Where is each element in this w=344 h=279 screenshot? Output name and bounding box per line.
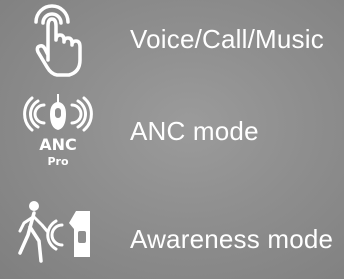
anc-pro-icon: ANC Pro <box>14 92 104 172</box>
anc-badge-text: ANC <box>39 135 77 154</box>
mode-row-awareness: Awareness mode <box>0 195 344 275</box>
mode-label-voice-call-music: Voice/Call/Music <box>130 24 324 54</box>
mode-row-voice-call-music: Voice/Call/Music <box>0 0 344 80</box>
mode-label-anc: ANC mode <box>130 116 259 146</box>
anc-badge-sub-text: Pro <box>47 155 68 168</box>
awareness-icon <box>14 195 104 275</box>
touch-finger-icon <box>14 0 104 80</box>
mode-row-anc: ANC Pro ANC mode <box>0 92 344 172</box>
mode-legend-panel: Voice/Call/Music ANC Pro ANC mode Awaren… <box>0 0 344 279</box>
mode-label-awareness: Awareness mode <box>130 224 334 254</box>
